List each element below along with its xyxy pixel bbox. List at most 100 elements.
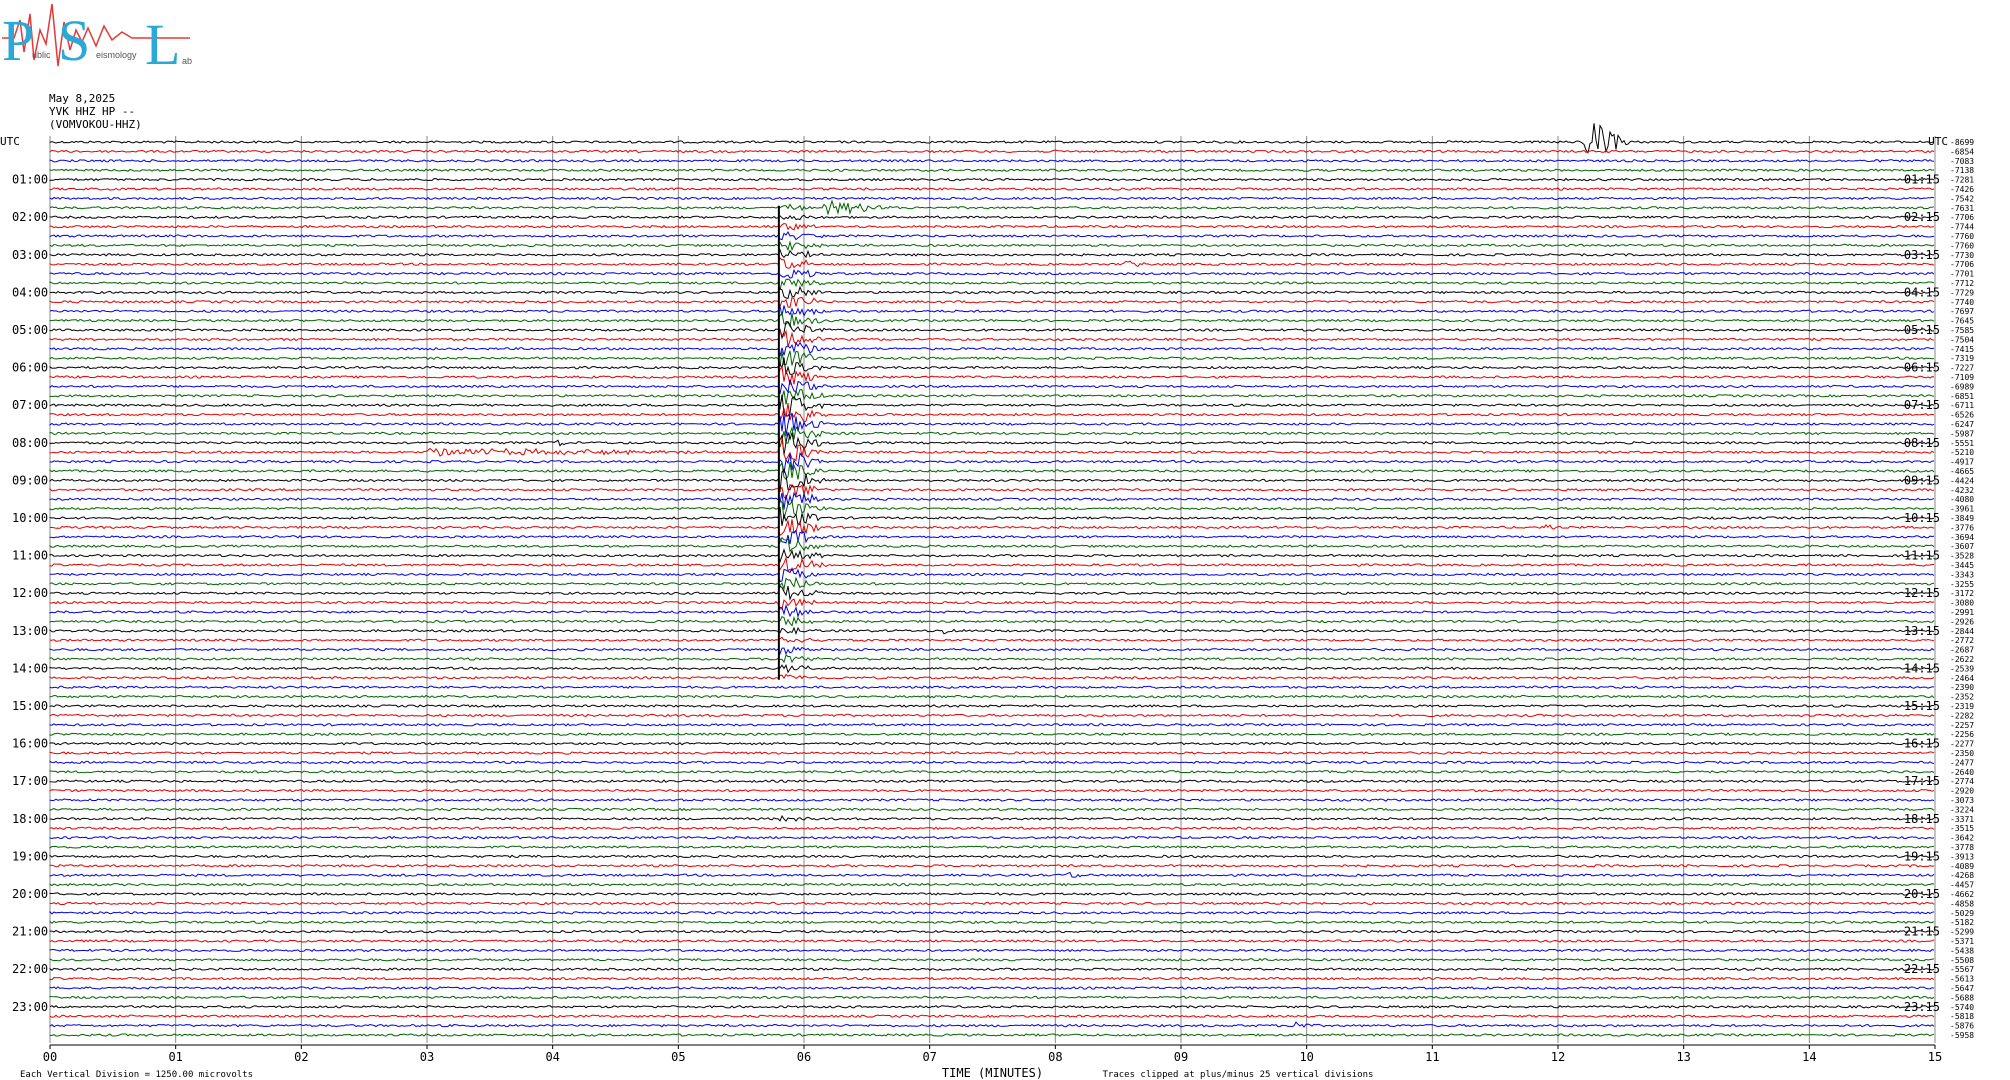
trace-offset-label: -7631 — [1950, 204, 1974, 213]
trace-line — [49, 929, 1935, 934]
trace-line — [49, 394, 1935, 417]
trace-offset-label: -6526 — [1950, 411, 1974, 420]
right-hour-label: 11:15 — [1904, 549, 1940, 563]
trace-line — [49, 958, 1935, 962]
trace-line — [49, 694, 1935, 699]
trace-offset-label: -7645 — [1950, 317, 1974, 326]
trace-line — [49, 529, 1935, 545]
trace-offset-label: -4665 — [1950, 467, 1974, 476]
left-hour-label: 15:00 — [12, 699, 48, 713]
trace-offset-label: -2350 — [1950, 749, 1974, 758]
trace-line — [49, 835, 1935, 840]
trace-line — [49, 770, 1935, 774]
left-hour-label: 04:00 — [12, 285, 48, 299]
trace-line — [49, 654, 1935, 664]
trace-offset-label: -3849 — [1950, 514, 1974, 523]
trace-line — [49, 760, 1935, 765]
trace-line — [49, 910, 1935, 915]
trace-line — [49, 1021, 1935, 1028]
trace-line — [49, 240, 1935, 252]
trace-offset-label: -3172 — [1950, 589, 1974, 598]
trace-line — [49, 1033, 1935, 1037]
left-hour-label: 19:00 — [12, 849, 48, 863]
trace-offset-label: -7712 — [1950, 279, 1974, 288]
trace-line — [49, 311, 1935, 328]
trace-offset-label: -2390 — [1950, 683, 1974, 692]
right-hour-label: 01:15 — [1904, 173, 1940, 187]
trace-offset-label: -5438 — [1950, 946, 1974, 955]
trace-line — [49, 567, 1935, 583]
left-hour-label: 07:00 — [12, 398, 48, 412]
trace-line — [49, 257, 1935, 269]
left-hour-label: 05:00 — [12, 323, 48, 337]
left-hour-label: 10:00 — [12, 511, 48, 525]
left-hour-label: 06:00 — [12, 361, 48, 375]
trace-offset-label: -3224 — [1950, 805, 1974, 814]
trace-offset-label: -3776 — [1950, 523, 1974, 532]
trace-line — [49, 402, 1935, 423]
trace-offset-label: -5740 — [1950, 1003, 1974, 1012]
trace-offset-label: -4089 — [1950, 862, 1974, 871]
clip-note: Traces clipped at plus/minus 25 vertical… — [1103, 1070, 1374, 1080]
trace-line — [49, 187, 1935, 191]
trace-line — [49, 350, 1935, 367]
right-hour-label: 19:15 — [1904, 849, 1940, 863]
left-hour-label: 09:00 — [12, 473, 48, 487]
trace-line — [49, 798, 1935, 802]
trace-line — [49, 519, 1935, 537]
trace-line — [49, 498, 1935, 519]
right-hour-label: 21:15 — [1904, 925, 1940, 939]
trace-line — [49, 948, 1935, 953]
right-hour-label: 20:15 — [1904, 887, 1940, 901]
right-hour-label: 23:15 — [1904, 1000, 1940, 1014]
left-hour-label: 22:00 — [12, 962, 48, 976]
trace-line — [49, 788, 1935, 793]
trace-line — [49, 506, 1935, 526]
left-hour-label: 18:00 — [12, 812, 48, 826]
trace-line — [49, 248, 1935, 259]
trace-line — [49, 536, 1935, 553]
trace-offset-label: -2257 — [1950, 721, 1974, 730]
left-hour-label: 17:00 — [12, 774, 48, 788]
x-tick-label: 11 — [1425, 1050, 1439, 1064]
trace-line — [49, 636, 1935, 643]
x-tick-label: 14 — [1802, 1050, 1816, 1064]
trace-offset-label: -4457 — [1950, 881, 1974, 890]
trace-line — [49, 425, 1935, 448]
trace-line — [49, 939, 1935, 943]
trace-offset-label: -3073 — [1950, 796, 1974, 805]
trace-line — [49, 845, 1935, 849]
trace-offset-label: -5876 — [1950, 1022, 1974, 1031]
trace-line — [49, 741, 1935, 746]
trace-offset-label: -7227 — [1950, 364, 1974, 373]
x-tick-label: 08 — [1048, 1050, 1062, 1064]
trace-offset-label: -7706 — [1950, 213, 1974, 222]
trace-offset-label: -2277 — [1950, 740, 1974, 749]
trace-offset-label: -2256 — [1950, 730, 1974, 739]
trace-offset-label: -5299 — [1950, 928, 1974, 937]
trace-line — [49, 732, 1935, 736]
trace-offset-label: -2920 — [1950, 787, 1974, 796]
right-hour-label: 08:15 — [1904, 436, 1940, 450]
trace-offset-label: -5613 — [1950, 975, 1974, 984]
right-hour-label: 05:15 — [1904, 323, 1940, 337]
trace-line — [49, 199, 1935, 216]
trace-offset-label: -7760 — [1950, 241, 1974, 250]
trace-offset-label: -7744 — [1950, 223, 1974, 232]
trace-line — [49, 159, 1935, 163]
trace-line — [49, 196, 1935, 201]
trace-offset-label: -7585 — [1950, 326, 1974, 335]
vertical-division-note: Each Vertical Division = 1250.00 microvo… — [20, 1070, 253, 1080]
trace-offset-label: -5647 — [1950, 984, 1974, 993]
trace-line — [49, 976, 1935, 981]
trace-offset-label: -3607 — [1950, 542, 1974, 551]
trace-offset-label: -2477 — [1950, 758, 1974, 767]
x-tick-label: 09 — [1174, 1050, 1188, 1064]
left-hour-label: 14:00 — [12, 661, 48, 675]
x-tick-label: 02 — [294, 1050, 308, 1064]
right-hour-label: 02:15 — [1904, 210, 1940, 224]
trace-offset-label: -4268 — [1950, 871, 1974, 880]
trace-offset-label: -4662 — [1950, 890, 1974, 899]
trace-offset-label: -2352 — [1950, 693, 1974, 702]
trace-offset-label: -7701 — [1950, 270, 1974, 279]
